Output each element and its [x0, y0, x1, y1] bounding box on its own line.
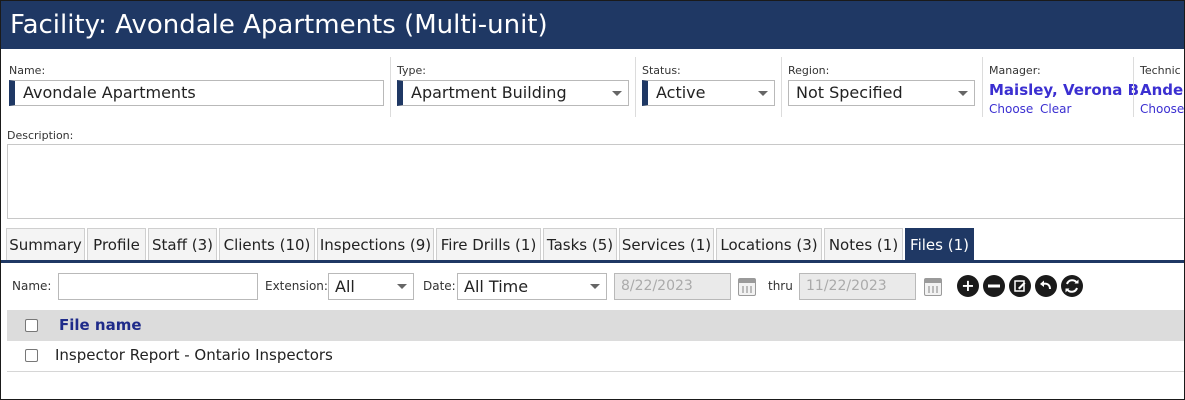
name-input[interactable]: Avondale Apartments [9, 80, 384, 106]
divider [390, 57, 391, 117]
type-label: Type: [397, 64, 426, 77]
date-label: Date: [423, 279, 456, 293]
calendar-icon[interactable] [738, 278, 756, 296]
technician-label: Technic [1140, 64, 1181, 77]
tab-bar: Summary Profile Staff (3) Clients (10) I… [1, 220, 1184, 260]
region-select[interactable]: Not Specified [788, 80, 975, 106]
from-date-input: 8/22/2023 [614, 273, 731, 300]
divider [635, 57, 636, 117]
facility-fields: Name: Avondale Apartments Type: Apartmen… [1, 49, 1184, 219]
date-range-select[interactable]: All Time [457, 273, 607, 300]
tab-profile[interactable]: Profile [87, 228, 146, 260]
table-row[interactable]: Inspector Report - Ontario Inspectors [7, 341, 1184, 372]
divider [781, 57, 782, 117]
description-textarea[interactable] [7, 144, 1184, 219]
filter-name-input[interactable] [58, 273, 258, 300]
undo-icon[interactable] [1035, 275, 1057, 297]
tab-staff[interactable]: Staff (3) [148, 228, 217, 260]
chevron-down-icon [612, 91, 622, 96]
chevron-down-icon [758, 91, 768, 96]
divider [982, 57, 983, 117]
divider [1133, 57, 1134, 117]
extension-label: Extension: [265, 279, 328, 293]
tab-files[interactable]: Files (1) [905, 228, 974, 260]
type-value: Apartment Building [411, 83, 567, 102]
chevron-down-icon [958, 91, 968, 96]
filter-name-label: Name: [12, 279, 52, 293]
select-all-checkbox[interactable] [25, 319, 38, 332]
status-label: Status: [642, 64, 681, 77]
add-icon[interactable]: + [957, 275, 979, 297]
chevron-down-icon [590, 284, 600, 289]
tab-clients[interactable]: Clients (10) [219, 228, 315, 260]
technician-choose-link[interactable]: Choose [1140, 102, 1184, 116]
file-name-column-header[interactable]: File name [59, 316, 142, 334]
tab-tasks[interactable]: Tasks (5) [543, 228, 617, 260]
type-select[interactable]: Apartment Building [397, 80, 629, 106]
file-name-cell[interactable]: Inspector Report - Ontario Inspectors [55, 346, 333, 364]
tab-notes[interactable]: Notes (1) [824, 228, 903, 260]
row-checkbox[interactable] [25, 349, 38, 362]
date-range-value: All Time [464, 277, 529, 296]
description-label: Description: [7, 129, 74, 142]
manager-label: Manager: [989, 64, 1041, 77]
extension-value: All [335, 277, 355, 296]
files-filter-bar: Name: Extension: All Date: All Time 8/22… [1, 263, 1184, 309]
manager-name[interactable]: Maisley, Verona B [989, 81, 1139, 99]
tab-locations[interactable]: Locations (3) [716, 228, 822, 260]
tab-fire-drills[interactable]: Fire Drills (1) [436, 228, 541, 260]
manager-clear-link[interactable]: Clear [1040, 102, 1071, 116]
calendar-icon[interactable] [924, 278, 942, 296]
chevron-down-icon [397, 284, 407, 289]
name-label: Name: [9, 64, 46, 77]
manager-choose-link[interactable]: Choose [989, 102, 1033, 116]
status-value: Active [656, 83, 706, 102]
edit-icon[interactable] [1009, 275, 1031, 297]
extension-select[interactable]: All [328, 273, 414, 300]
page-title: Facility: Avondale Apartments (Multi-uni… [1, 1, 1184, 49]
facility-window: Facility: Avondale Apartments (Multi-uni… [0, 0, 1185, 400]
region-label: Region: [788, 64, 830, 77]
remove-icon[interactable] [983, 275, 1005, 297]
to-date-input: 11/22/2023 [799, 273, 916, 300]
files-table-header: File name [7, 310, 1184, 341]
technician-name[interactable]: Ander [1140, 81, 1184, 99]
refresh-icon[interactable] [1061, 275, 1083, 297]
tab-services[interactable]: Services (1) [619, 228, 714, 260]
tab-summary[interactable]: Summary [6, 228, 85, 260]
thru-label: thru [768, 279, 793, 293]
region-value: Not Specified [796, 83, 903, 102]
tab-inspections[interactable]: Inspections (9) [317, 228, 434, 260]
status-select[interactable]: Active [642, 80, 775, 106]
